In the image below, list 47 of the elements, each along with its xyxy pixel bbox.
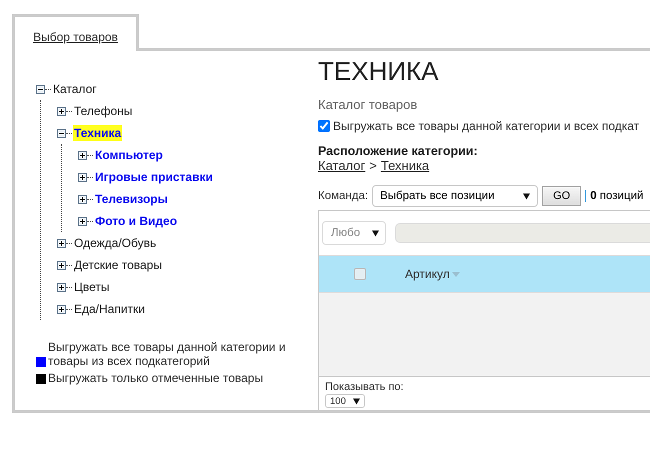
tree-item[interactable]: Телевизоры bbox=[94, 191, 169, 207]
search-field[interactable] bbox=[395, 223, 650, 243]
breadcrumb-separator: > bbox=[369, 158, 377, 173]
command-label: Команда: bbox=[318, 190, 368, 202]
tree-item[interactable]: Компьютер bbox=[94, 147, 164, 163]
breadcrumb-link[interactable]: Техника bbox=[380, 158, 430, 173]
export-all-checkbox[interactable] bbox=[318, 120, 330, 132]
expand-icon[interactable] bbox=[57, 282, 66, 292]
expand-icon[interactable] bbox=[57, 106, 66, 116]
tree-item[interactable]: Еда/Напитки bbox=[73, 301, 146, 317]
tree-item[interactable]: Каталог bbox=[52, 81, 98, 97]
page-size-select[interactable]: 100 bbox=[325, 394, 365, 408]
caret-icon bbox=[372, 230, 379, 236]
sort-icon bbox=[452, 272, 460, 276]
command-select[interactable]: Выбрать все позиции bbox=[372, 185, 538, 207]
tree-item[interactable]: Техника bbox=[73, 125, 122, 141]
expand-icon[interactable] bbox=[57, 238, 66, 248]
page-size-label: Показывать по: bbox=[325, 381, 405, 393]
tree-item[interactable]: Фото и Видео bbox=[94, 213, 178, 229]
expand-icon[interactable] bbox=[57, 260, 66, 270]
column-header[interactable]: Артикул bbox=[405, 267, 450, 281]
legend-text: Выгружать все товары данной категории и товары из всех подкатегорий bbox=[48, 340, 287, 368]
collapse-icon[interactable] bbox=[36, 84, 45, 94]
expand-icon[interactable] bbox=[57, 304, 66, 314]
expand-icon[interactable] bbox=[78, 172, 87, 182]
tree-item[interactable]: Игровые приставки bbox=[94, 169, 214, 185]
caret-icon bbox=[523, 192, 530, 200]
caret-icon bbox=[353, 398, 360, 404]
expand-icon[interactable] bbox=[78, 216, 87, 226]
collapse-icon[interactable] bbox=[57, 128, 66, 138]
tree-item[interactable]: Цветы bbox=[73, 279, 111, 295]
filter-select[interactable]: Любо bbox=[322, 221, 386, 245]
export-all-label: Выгружать все товары данной категории и всех подкат bbox=[333, 119, 640, 133]
location-label: Расположение категории: bbox=[318, 144, 479, 158]
tree-item[interactable]: Детские товары bbox=[73, 257, 163, 273]
catalog-subtitle: Каталог товаров bbox=[318, 97, 418, 112]
breadcrumb-link[interactable]: Каталог bbox=[318, 158, 366, 173]
go-button[interactable]: GO bbox=[542, 186, 582, 206]
category-title: ТЕХНИКА bbox=[318, 55, 440, 88]
legend-text: Выгружать только отмеченные товары bbox=[48, 371, 264, 385]
tree-item[interactable]: Телефоны bbox=[73, 103, 134, 119]
tree-item[interactable]: Одежда/Обувь bbox=[73, 235, 158, 251]
expand-icon[interactable] bbox=[78, 150, 87, 160]
tab[interactable]: Выбор товаров bbox=[12, 14, 139, 51]
selected-count: 0 позиций bbox=[590, 190, 644, 202]
expand-icon[interactable] bbox=[78, 194, 87, 204]
select-all-checkbox[interactable] bbox=[354, 268, 366, 280]
